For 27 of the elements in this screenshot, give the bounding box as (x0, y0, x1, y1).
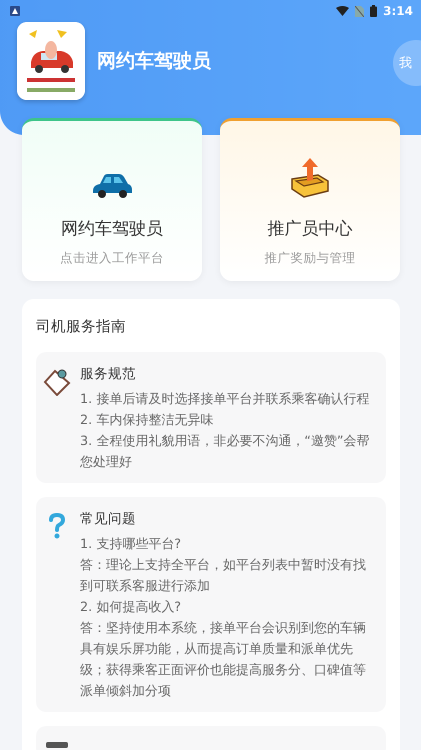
card-subtitle: 推广奖励与管理 (264, 250, 356, 267)
status-time: 3:14 (383, 4, 413, 18)
car-icon (91, 173, 133, 199)
app-title: 网约车驾驶员 (97, 49, 211, 74)
bar-icon (46, 742, 68, 748)
section-text: 答：理论上支持全平台，如平台列表中暂时没有找到可联系客服进行添加 (80, 557, 367, 596)
card-title: 网约车驾驶员 (61, 218, 163, 240)
section-title: 服务规范 (80, 365, 137, 383)
section-text: 1. 接单后请及时选择接单平台并联系乘客确认行程 (80, 391, 370, 409)
section-text: 3. 全程使用礼貌用语，非必要不沟通，“邀赞”会帮您处理好 (80, 433, 371, 472)
section-text: 1. 支持哪些平台? (80, 536, 182, 554)
entry-card[interactable]: 推广员中心 推广奖励与管理 (220, 118, 400, 281)
section-text: 答：坚持使用本系统，接单平台会识别到您的车辆具有娱乐屏功能，从而提高订单质量和派单优先级；获得乘客正面评价也能提高服务分、口碑值等派单倾斜加分项 (80, 620, 367, 701)
no-sim-icon (355, 6, 364, 16)
notification-icon (10, 6, 20, 16)
section-title: 常见问题 (80, 510, 137, 528)
upload-box-icon (290, 157, 330, 199)
card-subtitle: 点击进入工作平台 (60, 250, 164, 267)
question-mark-icon (48, 513, 66, 539)
battery-icon (370, 5, 378, 17)
guide-title: 司机服务指南 (36, 318, 127, 336)
card-title: 推广员中心 (268, 218, 352, 240)
section-text: 2. 如何提高收入? (80, 599, 182, 617)
section-text: 2. 车内保持整洁无异味 (80, 412, 214, 430)
wifi-icon (336, 6, 350, 16)
clipboard-icon (43, 368, 71, 396)
entry-card[interactable]: 网约车驾驶员 点击进入工作平台 (22, 118, 202, 281)
